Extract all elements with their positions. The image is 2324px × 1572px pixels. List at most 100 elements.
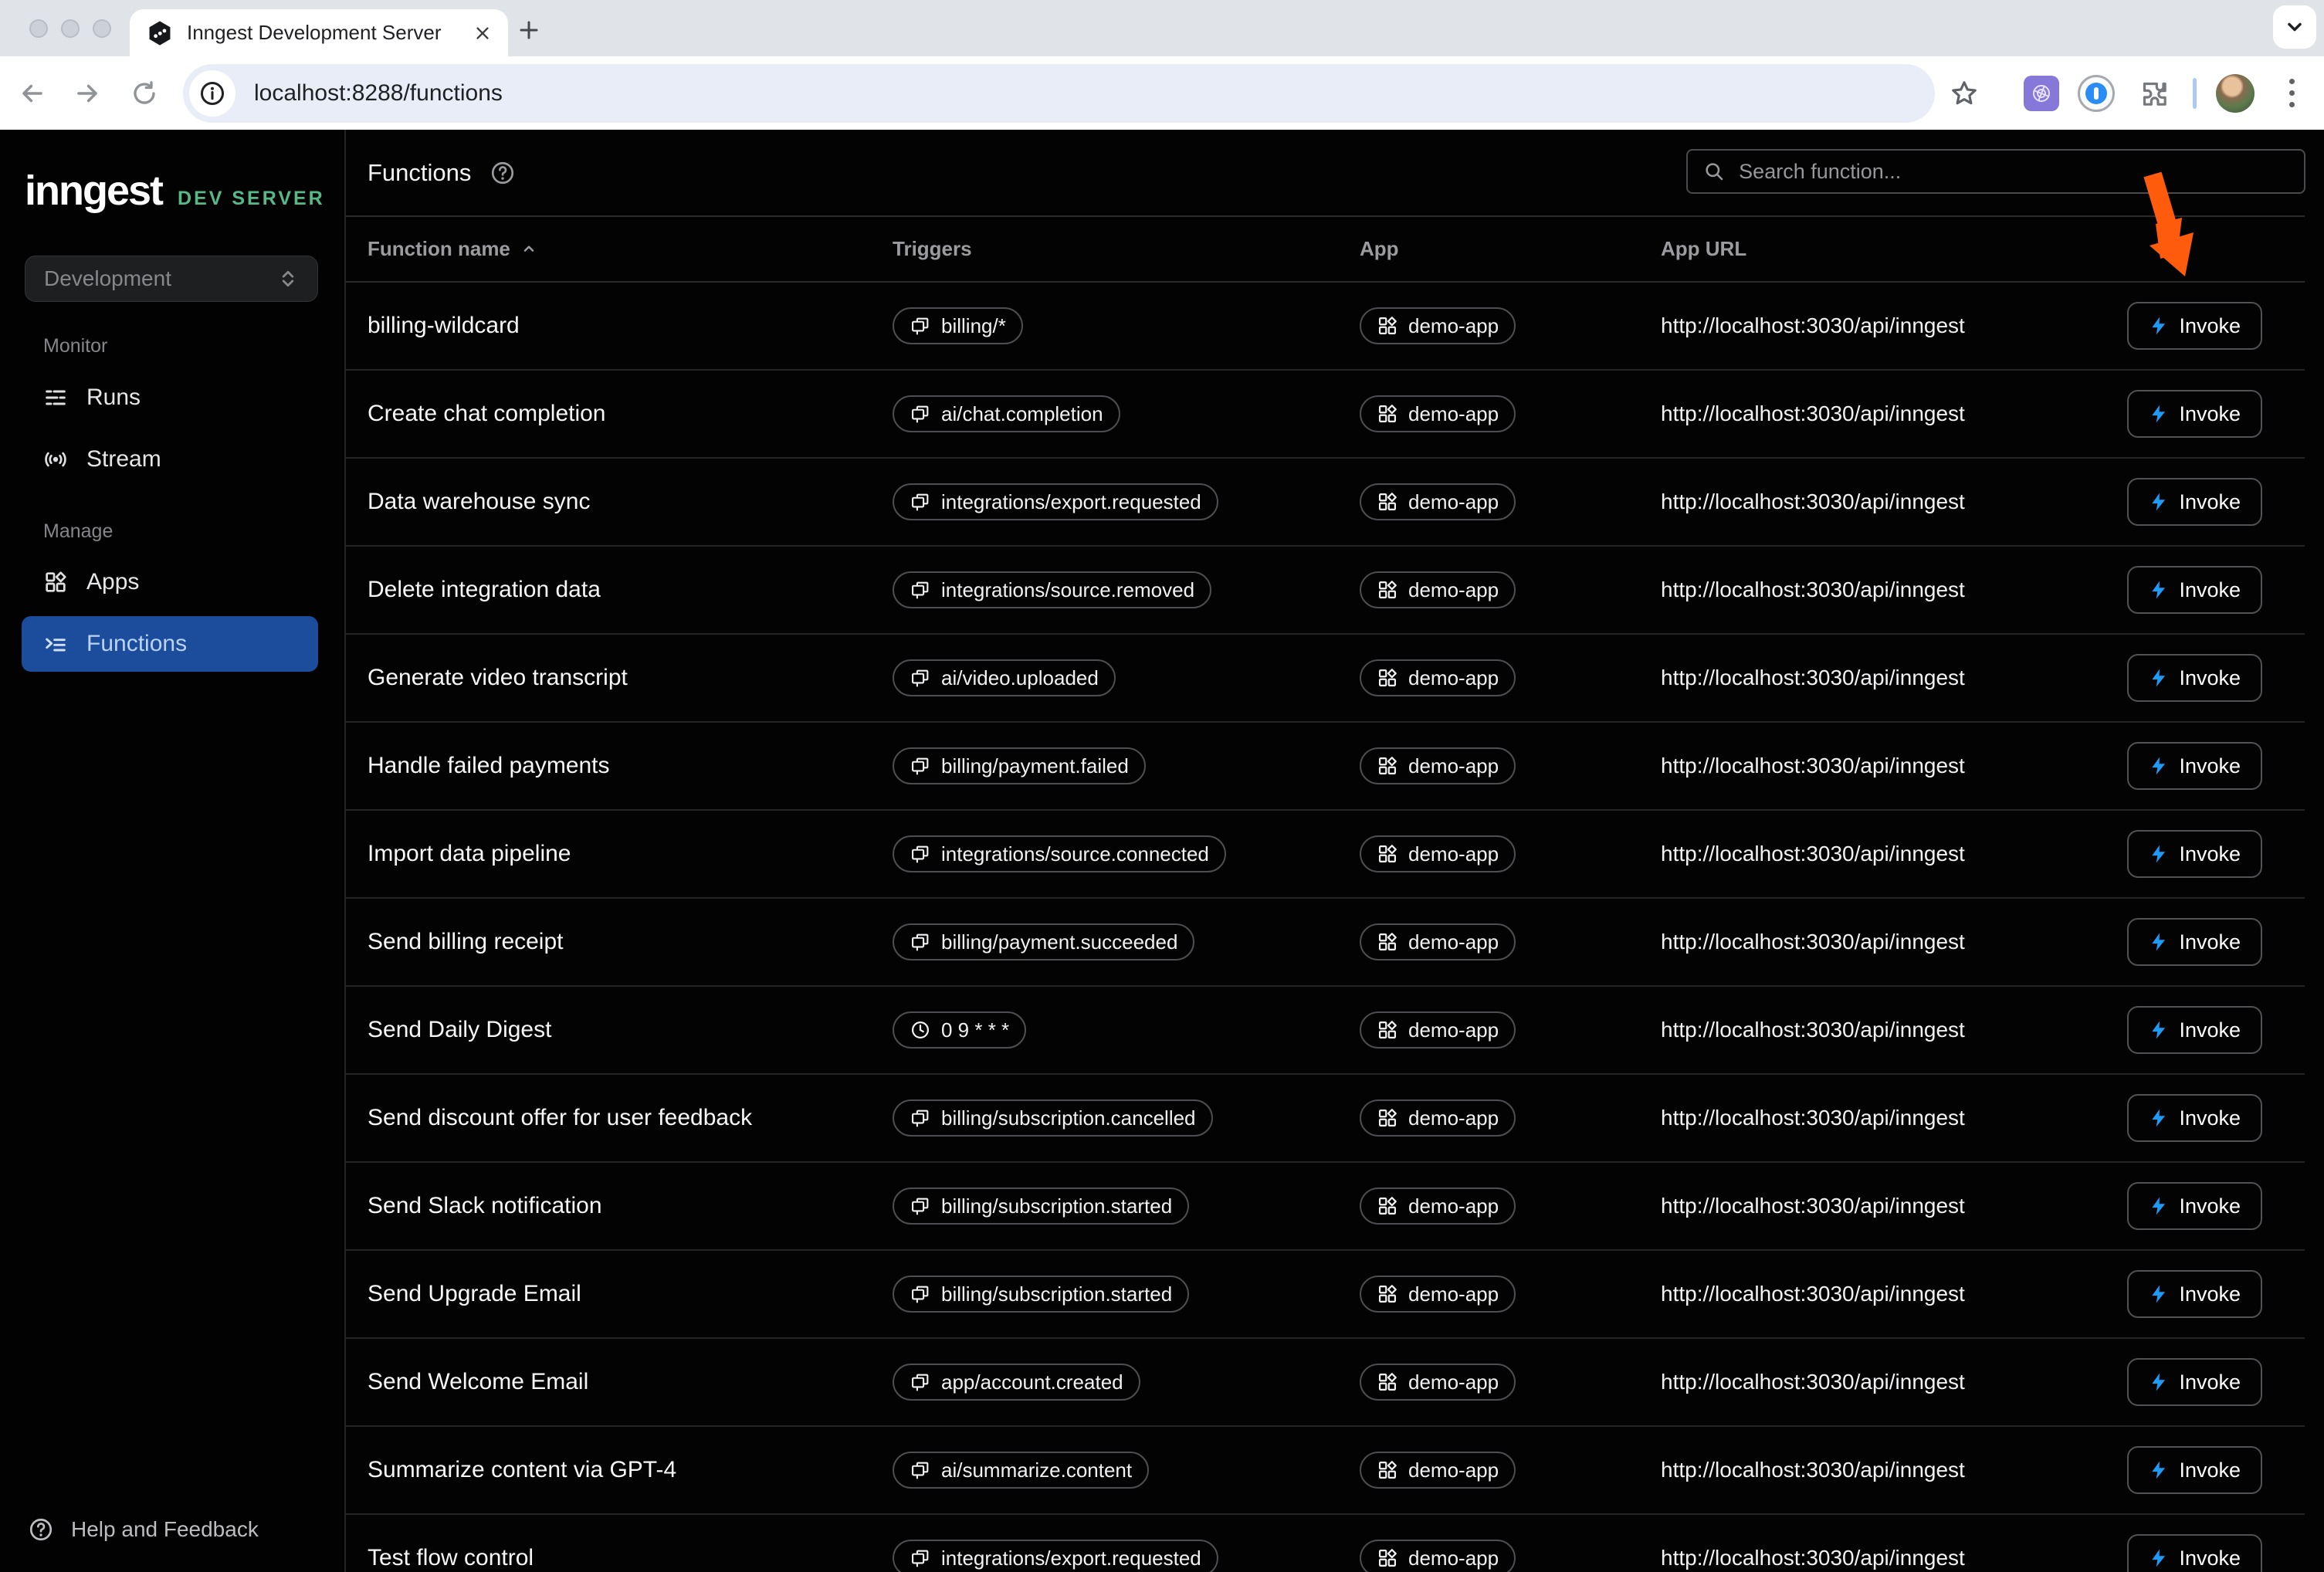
invoke-button[interactable]: Invoke (2127, 1094, 2262, 1142)
invoke-button[interactable]: Invoke (2127, 1358, 2262, 1406)
environment-selector[interactable]: Development (25, 256, 318, 302)
window-zoom-button[interactable] (93, 19, 111, 38)
function-name-link[interactable]: Send Welcome Email (368, 1369, 893, 1395)
invoke-button[interactable]: Invoke (2127, 1446, 2262, 1494)
function-name-link[interactable]: Send Daily Digest (368, 1017, 893, 1043)
help-icon (28, 1516, 54, 1543)
trigger-badge[interactable]: integrations/source.connected (893, 835, 1226, 872)
column-function-name[interactable]: Function name (368, 237, 893, 261)
app-badge[interactable]: demo-app (1360, 483, 1516, 520)
trigger-badge[interactable]: integrations/source.removed (893, 571, 1211, 608)
app-badge[interactable]: demo-app (1360, 395, 1516, 432)
trigger-badge[interactable]: billing/payment.succeeded (893, 923, 1194, 960)
tab-close-icon[interactable] (474, 25, 491, 42)
app-badge[interactable]: demo-app (1360, 1276, 1516, 1313)
invoke-button[interactable]: Invoke (2127, 742, 2262, 790)
extensions-menu-button[interactable] (2137, 56, 2171, 130)
function-search[interactable] (1686, 149, 2305, 194)
function-name-link[interactable]: Import data pipeline (368, 841, 893, 867)
function-name-link[interactable]: Create chat completion (368, 401, 893, 427)
invoke-button[interactable]: Invoke (2127, 1006, 2262, 1054)
sidebar-item-functions[interactable]: Functions (22, 616, 318, 672)
sidebar-item-stream[interactable]: Stream (22, 432, 318, 487)
invoke-button[interactable]: Invoke (2127, 566, 2262, 614)
event-icon (910, 1107, 931, 1129)
sidebar-item-apps[interactable]: Apps (22, 554, 318, 610)
column-triggers[interactable]: Triggers (893, 237, 1360, 261)
invoke-button[interactable]: Invoke (2127, 302, 2262, 350)
invoke-button[interactable]: Invoke (2127, 918, 2262, 966)
trigger-badge[interactable]: ai/chat.completion (893, 395, 1120, 432)
help-and-feedback[interactable]: Help and Feedback (28, 1516, 259, 1543)
invoke-button[interactable]: Invoke (2127, 478, 2262, 526)
reload-button[interactable] (123, 56, 166, 130)
trigger-badge[interactable]: billing/payment.failed (893, 747, 1146, 784)
browser-menu-button[interactable] (2279, 56, 2304, 130)
function-name-link[interactable]: Test flow control (368, 1545, 893, 1571)
inngest-wordmark: inngest (25, 167, 162, 215)
invoke-button[interactable]: Invoke (2127, 1182, 2262, 1230)
toolbar-separator (2192, 56, 2197, 130)
app-badge[interactable]: demo-app (1360, 1187, 1516, 1225)
function-name-link[interactable]: Send billing receipt (368, 929, 893, 955)
trigger-badge[interactable]: billing/subscription.started (893, 1276, 1189, 1313)
trigger-badge[interactable]: integrations/export.requested (893, 1540, 1218, 1572)
invoke-button[interactable]: Invoke (2127, 654, 2262, 702)
trigger-badge[interactable]: ai/video.uploaded (893, 659, 1116, 696)
profile-button[interactable] (2216, 56, 2255, 130)
column-app-url[interactable]: App URL (1661, 237, 2305, 261)
browser-tab[interactable]: Inngest Development Server (130, 9, 508, 56)
function-name-link[interactable]: Delete integration data (368, 577, 893, 603)
function-name-link[interactable]: Send Upgrade Email (368, 1281, 893, 1307)
invoke-button[interactable]: Invoke (2127, 1534, 2262, 1572)
back-button[interactable] (11, 56, 54, 130)
app-badge[interactable]: demo-app (1360, 835, 1516, 872)
app-badge[interactable]: demo-app (1360, 1099, 1516, 1137)
search-icon (1703, 160, 1725, 183)
forward-button[interactable] (66, 56, 109, 130)
invoke-button[interactable]: Invoke (2127, 830, 2262, 878)
new-tab-button[interactable] (513, 14, 545, 46)
tab-search-button[interactable] (2273, 5, 2316, 49)
app-badge[interactable]: demo-app (1360, 1364, 1516, 1401)
invoke-button[interactable]: Invoke (2127, 390, 2262, 438)
trigger-badge[interactable]: ai/summarize.content (893, 1452, 1149, 1489)
app-badge[interactable]: demo-app (1360, 307, 1516, 344)
app-badge[interactable]: demo-app (1360, 1452, 1516, 1489)
trigger-badge[interactable]: 0 9 * * * (893, 1011, 1026, 1049)
trigger-badge[interactable]: billing/subscription.started (893, 1187, 1189, 1225)
function-name-link[interactable]: Send discount offer for user feedback (368, 1105, 893, 1131)
function-name-link[interactable]: Summarize content via GPT-4 (368, 1457, 893, 1483)
window-controls[interactable] (29, 19, 111, 38)
trigger-badge[interactable]: app/account.created (893, 1364, 1140, 1401)
extension-button-2[interactable] (2078, 56, 2115, 130)
column-app[interactable]: App (1360, 237, 1661, 261)
app-badge[interactable]: demo-app (1360, 747, 1516, 784)
extension-button-1[interactable] (2024, 56, 2059, 130)
trigger-badge[interactable]: integrations/export.requested (893, 483, 1218, 520)
window-minimize-button[interactable] (61, 19, 80, 38)
sidebar-item-runs[interactable]: Runs (22, 370, 318, 425)
window-close-button[interactable] (29, 19, 48, 38)
site-info-button[interactable] (189, 70, 235, 117)
app-badge[interactable]: demo-app (1360, 923, 1516, 960)
trigger-badge[interactable]: billing/subscription.cancelled (893, 1099, 1213, 1137)
app-badge[interactable]: demo-app (1360, 659, 1516, 696)
search-input[interactable] (1739, 160, 2288, 184)
invoke-button[interactable]: Invoke (2127, 1270, 2262, 1318)
chevron-up-down-icon (277, 268, 299, 290)
function-name-link[interactable]: billing-wildcard (368, 313, 893, 339)
function-name-link[interactable]: Handle failed payments (368, 753, 893, 779)
address-bar[interactable]: localhost:8288/functions (183, 64, 1935, 123)
section-label-monitor: Monitor (43, 335, 107, 357)
app-badge[interactable]: demo-app (1360, 1540, 1516, 1572)
app-badge[interactable]: demo-app (1360, 1011, 1516, 1049)
app-badge[interactable]: demo-app (1360, 571, 1516, 608)
bookmark-button[interactable] (1943, 56, 1986, 130)
trigger-badge[interactable]: billing/* (893, 307, 1023, 344)
function-name-link[interactable]: Data warehouse sync (368, 489, 893, 515)
function-name-link[interactable]: Generate video transcript (368, 665, 893, 691)
page-title-help-button[interactable] (490, 160, 516, 186)
invoke-label: Invoke (2179, 1370, 2241, 1394)
function-name-link[interactable]: Send Slack notification (368, 1193, 893, 1219)
